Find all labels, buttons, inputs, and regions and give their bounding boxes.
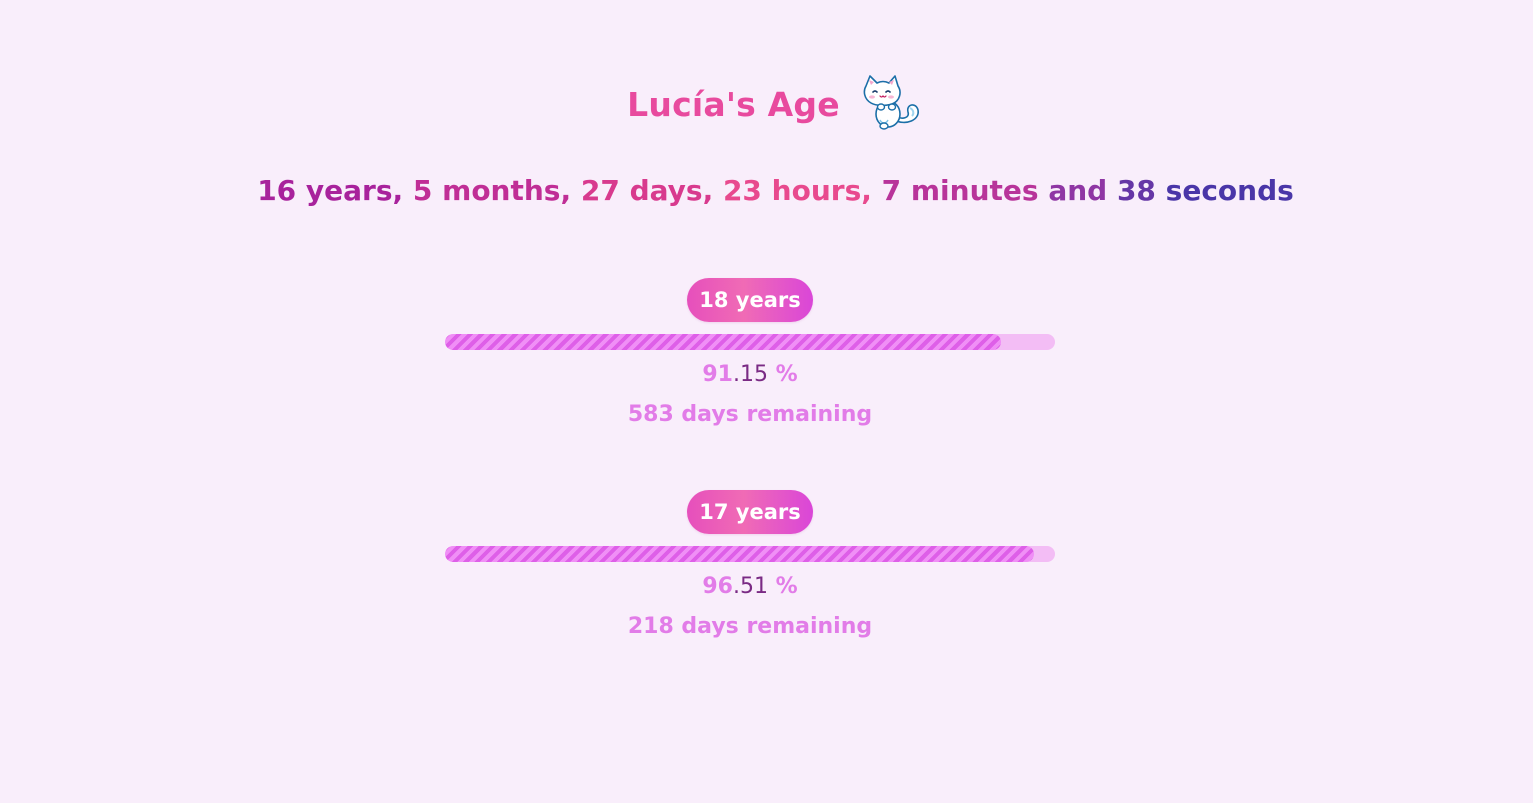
percent-decimal: .51 [732,574,768,599]
milestone-17-years: 17 years 96.51 % 218 days remaining [445,490,1055,642]
age-minutes: 7 minutes [881,174,1039,207]
days-remaining: 218 days remaining [627,614,873,639]
age-hours: 23 hours, [722,174,872,207]
milestone-badge: 17 years [687,490,813,534]
percent-symbol: % [775,574,798,599]
age-counter: 16 years, 5 months, 27 days, 23 hours, 7… [0,174,1533,207]
progress-percentage: 91.15 % [445,360,1055,390]
cat-icon [863,75,919,130]
progress-percentage: 96.51 % [445,572,1055,602]
age-seconds-number: 38 [1116,174,1156,207]
progress-fill [445,546,1034,562]
page-title: Lucía's Age [627,84,840,124]
age-months: 5 months, [412,174,572,207]
milestone-badge: 18 years [687,278,813,322]
age-and: and [1048,174,1108,207]
progress-track [445,546,1055,562]
progress-fill [445,334,1001,350]
age-seconds-word: seconds [1165,174,1294,207]
percent-integer: 91 [702,362,733,387]
age-days: 27 days, [580,174,714,207]
title-row: Lucía's Age [0,74,1533,134]
percent-decimal: .15 [732,362,768,387]
percent-integer: 96 [702,574,733,599]
progress-track [445,334,1055,350]
milestone-18-years: 18 years 91.15 % 583 days remaining [445,278,1055,430]
age-years: 16 years, [257,174,404,207]
percent-symbol: % [775,362,798,387]
days-remaining: 583 days remaining [627,402,873,427]
